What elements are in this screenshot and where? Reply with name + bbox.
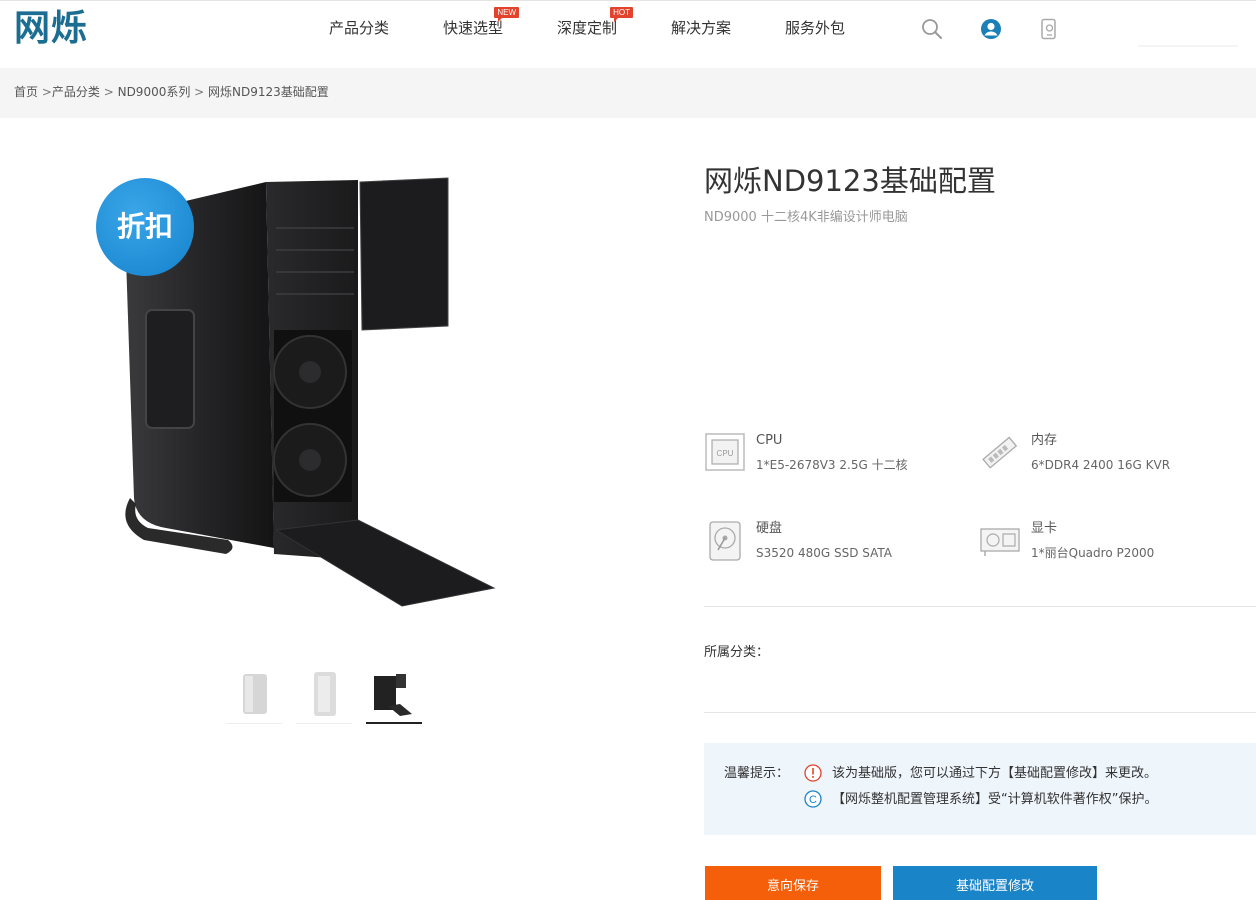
thumbnail-black-open[interactable] bbox=[366, 666, 422, 724]
tips-box: 温馨提示： 该为基础版，您可以通过下方【基础配置修改】来更改。 C 【网烁整机配… bbox=[704, 743, 1256, 835]
site-header: 网烁 产品分类 快速选型 NEW 深度定制 HOT 解决方案 服务外包 bbox=[0, 0, 1256, 68]
breadcrumb-bar: 首页 >产品分类 > ND9000系列 > 网烁ND9123基础配置 bbox=[0, 68, 1256, 118]
spec-gpu: 显卡 1*丽台Quadro P2000 bbox=[979, 520, 1239, 568]
disk-icon bbox=[704, 520, 746, 562]
warning-icon bbox=[804, 764, 822, 782]
svg-text:CPU: CPU bbox=[717, 449, 734, 458]
site-logo[interactable]: 网烁 bbox=[14, 9, 88, 49]
thumbnail-silver-side[interactable] bbox=[296, 666, 352, 724]
tips-label: 温馨提示： bbox=[724, 766, 790, 781]
search-icon[interactable] bbox=[920, 17, 944, 41]
breadcrumb: 首页 >产品分类 > ND9000系列 > 网烁ND9123基础配置 bbox=[14, 84, 329, 100]
nav-item-outsourcing[interactable]: 服务外包 bbox=[785, 18, 845, 38]
nav-label: 解决方案 bbox=[671, 19, 732, 37]
thumbnail-strip bbox=[226, 666, 426, 726]
spec-name: 显卡 bbox=[1031, 521, 1058, 536]
tip-text: 【网烁整机配置管理系统】受“计算机软件著作权”保护。 bbox=[832, 792, 1158, 807]
breadcrumb-separator: > bbox=[38, 85, 52, 99]
spec-cpu: CPU CPU 1*E5-2678V3 2.5G 十二核 bbox=[704, 432, 964, 480]
spec-name: 内存 bbox=[1031, 433, 1058, 448]
gpu-icon bbox=[979, 520, 1021, 562]
nav-label: 深度定制 bbox=[557, 19, 618, 37]
spec-name: CPU bbox=[756, 433, 783, 448]
thumbnail-silver-front[interactable] bbox=[226, 666, 282, 724]
spec-value: 1*丽台Quadro P2000 bbox=[1031, 546, 1155, 560]
breadcrumb-product-category[interactable]: 产品分类 bbox=[52, 85, 100, 99]
nav-label: 快速选型 bbox=[443, 19, 504, 37]
nav-item-product-category[interactable]: 产品分类 bbox=[329, 18, 389, 38]
spec-value: 1*E5-2678V3 2.5G 十二核 bbox=[756, 458, 908, 472]
nav-item-quick-select[interactable]: 快速选型 NEW bbox=[443, 7, 520, 38]
hot-badge: HOT bbox=[610, 7, 634, 22]
divider bbox=[704, 712, 1256, 713]
spec-memory: 内存 6*DDR4 2400 16G KVR bbox=[979, 432, 1239, 480]
breadcrumb-separator: > bbox=[99, 85, 118, 99]
breadcrumb-home[interactable]: 首页 bbox=[14, 85, 38, 99]
spec-name: 硬盘 bbox=[756, 521, 783, 536]
svg-text:C: C bbox=[809, 794, 817, 806]
category-label: 所属分类： bbox=[704, 645, 770, 660]
spec-value: S3520 480G SSD SATA bbox=[756, 546, 893, 560]
phone-icon[interactable] bbox=[1037, 17, 1061, 41]
memory-icon bbox=[979, 432, 1021, 474]
nav-item-deep-customize[interactable]: 深度定制 HOT bbox=[557, 7, 634, 38]
nav-label: 产品分类 bbox=[329, 19, 390, 37]
cpu-icon: CPU bbox=[704, 432, 746, 474]
nav-label: 服务外包 bbox=[785, 19, 846, 37]
spec-value: 6*DDR4 2400 16G KVR bbox=[1031, 458, 1171, 472]
spec-disk: 硬盘 S3520 480G SSD SATA bbox=[704, 520, 964, 568]
edit-config-button[interactable]: 基础配置修改 bbox=[893, 866, 1097, 900]
product-title: 网烁ND9123基础配置 bbox=[704, 164, 996, 198]
nav-item-solutions[interactable]: 解决方案 bbox=[671, 18, 731, 38]
breadcrumb-separator: > bbox=[190, 85, 209, 99]
save-intent-button[interactable]: 意向保存 bbox=[705, 866, 881, 900]
breadcrumb-series[interactable]: ND9000系列 bbox=[118, 85, 191, 99]
tip-text: 该为基础版，您可以通过下方【基础配置修改】来更改。 bbox=[832, 766, 1158, 781]
copyright-icon: C bbox=[804, 790, 822, 808]
new-badge: NEW bbox=[494, 7, 520, 22]
divider bbox=[704, 606, 1256, 607]
user-icon[interactable] bbox=[979, 17, 1003, 41]
discount-badge: 折扣 bbox=[96, 178, 194, 276]
product-subtitle: ND9000 十二核4K非编设计师电脑 bbox=[704, 210, 908, 225]
breadcrumb-current: 网烁ND9123基础配置 bbox=[208, 85, 329, 99]
header-divider bbox=[1138, 45, 1238, 47]
